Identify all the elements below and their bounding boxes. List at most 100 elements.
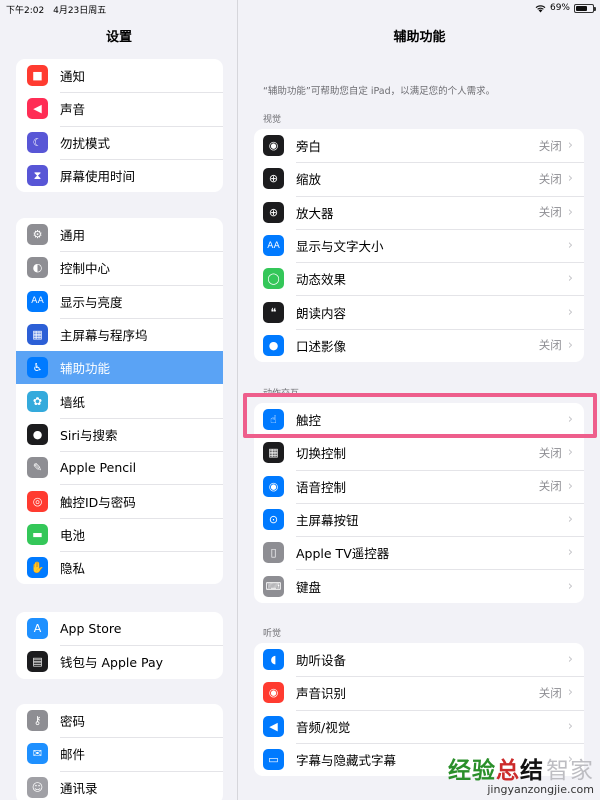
- watermark: 经验总结智家 jingyanzongjie.com: [448, 751, 594, 796]
- sidebar-group: ■ 通知 ◀ 声音 ☾ 勿扰模式 ⧗ 屏幕使用时间: [16, 59, 223, 193]
- status-bar: 下午2:02 4月23日周五 69%: [0, 0, 600, 18]
- sidebar-item[interactable]: ◐ 控制中心: [16, 251, 223, 284]
- settings-row-value: 关闭: [538, 445, 562, 460]
- sidebar-item[interactable]: ✿ 墙纸: [16, 384, 223, 417]
- notification-icon: ■: [27, 65, 48, 87]
- sidebar-item[interactable]: ▤ 钱包与 Apple Pay: [16, 645, 223, 678]
- settings-row-label: 放大器: [296, 205, 334, 221]
- watermark-ghost: 智家: [546, 758, 594, 784]
- settings-group: ☝ 触控 › ▦ 切换控制 关闭 › ◉ 语音控制 关闭 › ⊙ 主屏幕按钮 › ▯ Apple TV遥控器 ›…: [254, 403, 584, 603]
- sidebar-item-label: 声音: [60, 102, 86, 118]
- text-size-icon: AA: [263, 235, 284, 257]
- pencil-icon: ✎: [27, 457, 48, 479]
- sidebar-item[interactable]: ✎ Apple Pencil: [16, 451, 223, 484]
- sidebar-item[interactable]: ◀ 声音: [16, 92, 223, 125]
- sidebar-item[interactable]: ✉ 邮件: [16, 737, 223, 770]
- settings-row[interactable]: ◉ 声音识别 关闭 ›: [254, 676, 584, 709]
- audio-visual-icon: ◀: [263, 715, 284, 737]
- sidebar-item-label: 通用: [60, 228, 86, 244]
- sidebar-item[interactable]: ♿ 辅助功能: [16, 351, 223, 385]
- sidebar-item-label: 通知: [60, 69, 86, 85]
- settings-row-label: 键盘: [296, 579, 322, 595]
- settings-row[interactable]: ⊕ 缩放 关闭 ›: [254, 162, 584, 195]
- battery-icon: [574, 3, 596, 13]
- section-header: 视觉: [263, 115, 282, 125]
- settings-group: ◉ 旁白 关闭 › ⊕ 缩放 关闭 › ⊕ 放大器 关闭 › AA 显示与文字大小 › ◯ 动态效果 › ❝ 朗读内容…: [254, 129, 584, 363]
- sidebar-item-label: 辅助功能: [60, 361, 111, 377]
- section-header: 动作交互: [263, 389, 300, 399]
- sidebar-item-label: 钱包与 Apple Pay: [60, 655, 164, 671]
- sidebar-item-label: 隐私: [60, 561, 86, 577]
- grid-icon: ▦: [27, 324, 48, 346]
- chevron-right-icon: ›: [567, 138, 573, 154]
- sidebar-group: ⚙ 通用 ◐ 控制中心 AA 显示与亮度 ▦ 主屏幕与程序坞 ♿ 辅助功能 ✿ 墙纸 ● Siri与搜索 ✎…: [16, 218, 223, 585]
- settings-row-value: 关闭: [538, 205, 562, 220]
- zoom-icon: ⊕: [263, 168, 284, 190]
- chevron-right-icon: ›: [567, 171, 573, 187]
- sidebar-item-label: 显示与亮度: [60, 294, 123, 310]
- hand-icon: ✋: [27, 557, 48, 579]
- watermark-main: 经验总结: [448, 758, 544, 784]
- settings-row[interactable]: ◖ 助听设备 ›: [254, 643, 584, 676]
- battery-fill: [576, 5, 588, 11]
- sidebar-item-label: App Store: [60, 621, 122, 637]
- siri-icon: ●: [27, 423, 48, 445]
- chevron-right-icon: ›: [567, 545, 573, 561]
- sidebar-item[interactable]: A App Store: [16, 612, 223, 645]
- settings-row[interactable]: ⊙ 主屏幕按钮 ›: [254, 502, 584, 536]
- keyboard-icon: ⌨: [263, 575, 284, 597]
- sidebar-item[interactable]: ▦ 主屏幕与程序坞: [16, 317, 223, 351]
- sidebar-item[interactable]: ■ 通知: [16, 59, 223, 92]
- settings-row[interactable]: ◉ 语音控制 关闭 ›: [254, 469, 584, 503]
- settings-row[interactable]: ☝ 触控 ›: [254, 403, 584, 436]
- settings-row[interactable]: ◉ 旁白 关闭 ›: [254, 129, 584, 162]
- chevron-right-icon: ›: [567, 445, 573, 461]
- sidebar-item[interactable]: ▬ 电池: [16, 517, 223, 551]
- gear-icon: ⚙: [27, 224, 48, 246]
- settings-row-value: 关闭: [538, 685, 562, 700]
- sidebar-item-label: 屏幕使用时间: [60, 169, 136, 185]
- sidebar-item[interactable]: ⧗ 屏幕使用时间: [16, 158, 223, 192]
- settings-row-label: 触控: [296, 413, 322, 429]
- sidebar-title: 设置: [105, 30, 132, 45]
- settings-row[interactable]: ⌨ 键盘 ›: [254, 569, 584, 602]
- settings-row[interactable]: ◯ 动态效果 ›: [254, 262, 584, 295]
- sidebar-item[interactable]: ☺ 通讯录: [16, 770, 223, 800]
- settings-row-value: 关闭: [538, 479, 562, 494]
- settings-row[interactable]: ⊕ 放大器 关闭 ›: [254, 195, 584, 229]
- settings-row-label: 动态效果: [296, 272, 347, 288]
- settings-row[interactable]: AA 显示与文字大小 ›: [254, 228, 584, 262]
- settings-row-label: 口述影像: [296, 338, 347, 354]
- sidebar-item-label: 控制中心: [60, 261, 111, 277]
- settings-row[interactable]: ◀ 音频/视觉 ›: [254, 709, 584, 743]
- settings-row[interactable]: ▯ Apple TV遥控器 ›: [254, 536, 584, 569]
- sidebar-item[interactable]: ✋ 隐私: [16, 550, 223, 584]
- hourglass-icon: ⧗: [27, 165, 48, 187]
- settings-row[interactable]: ❝ 朗读内容 ›: [254, 295, 584, 328]
- fingerprint-icon: ◎: [27, 490, 48, 512]
- settings-row-label: 切换控制: [296, 446, 347, 462]
- sidebar-item[interactable]: ⚙ 通用: [16, 218, 223, 251]
- settings-row[interactable]: ● 口述影像 关闭 ›: [254, 328, 584, 362]
- sidebar-item[interactable]: ● Siri与搜索: [16, 417, 223, 451]
- key-icon: ⚷: [27, 710, 48, 732]
- sidebar-item[interactable]: ☾ 勿扰模式: [16, 125, 223, 159]
- sidebar-item[interactable]: AA 显示与亮度: [16, 284, 223, 318]
- chevron-right-icon: ›: [567, 204, 573, 220]
- sidebar-item[interactable]: ⚷ 密码: [16, 704, 223, 737]
- chevron-right-icon: ›: [567, 718, 573, 734]
- sound-recognition-icon: ◉: [263, 682, 284, 704]
- sidebar-group: A App Store ▤ 钱包与 Apple Pay: [16, 612, 223, 679]
- settings-row[interactable]: ▦ 切换控制 关闭 ›: [254, 436, 584, 469]
- accessibility-icon: ♿: [27, 357, 48, 379]
- sidebar-item[interactable]: ◎ 触控ID与密码: [16, 484, 223, 517]
- sidebar-item-label: 勿扰模式: [60, 135, 111, 151]
- sidebar-item-label: 电池: [60, 527, 86, 543]
- chevron-right-icon: ›: [567, 478, 573, 494]
- settings-row-value: 关闭: [538, 338, 562, 353]
- section-header: 听觉: [263, 629, 282, 639]
- audio-description-icon: ●: [263, 334, 284, 356]
- speech-bubble-icon: ❝: [263, 301, 284, 323]
- settings-row-label: 语音控制: [296, 479, 347, 495]
- chevron-right-icon: ›: [567, 512, 573, 528]
